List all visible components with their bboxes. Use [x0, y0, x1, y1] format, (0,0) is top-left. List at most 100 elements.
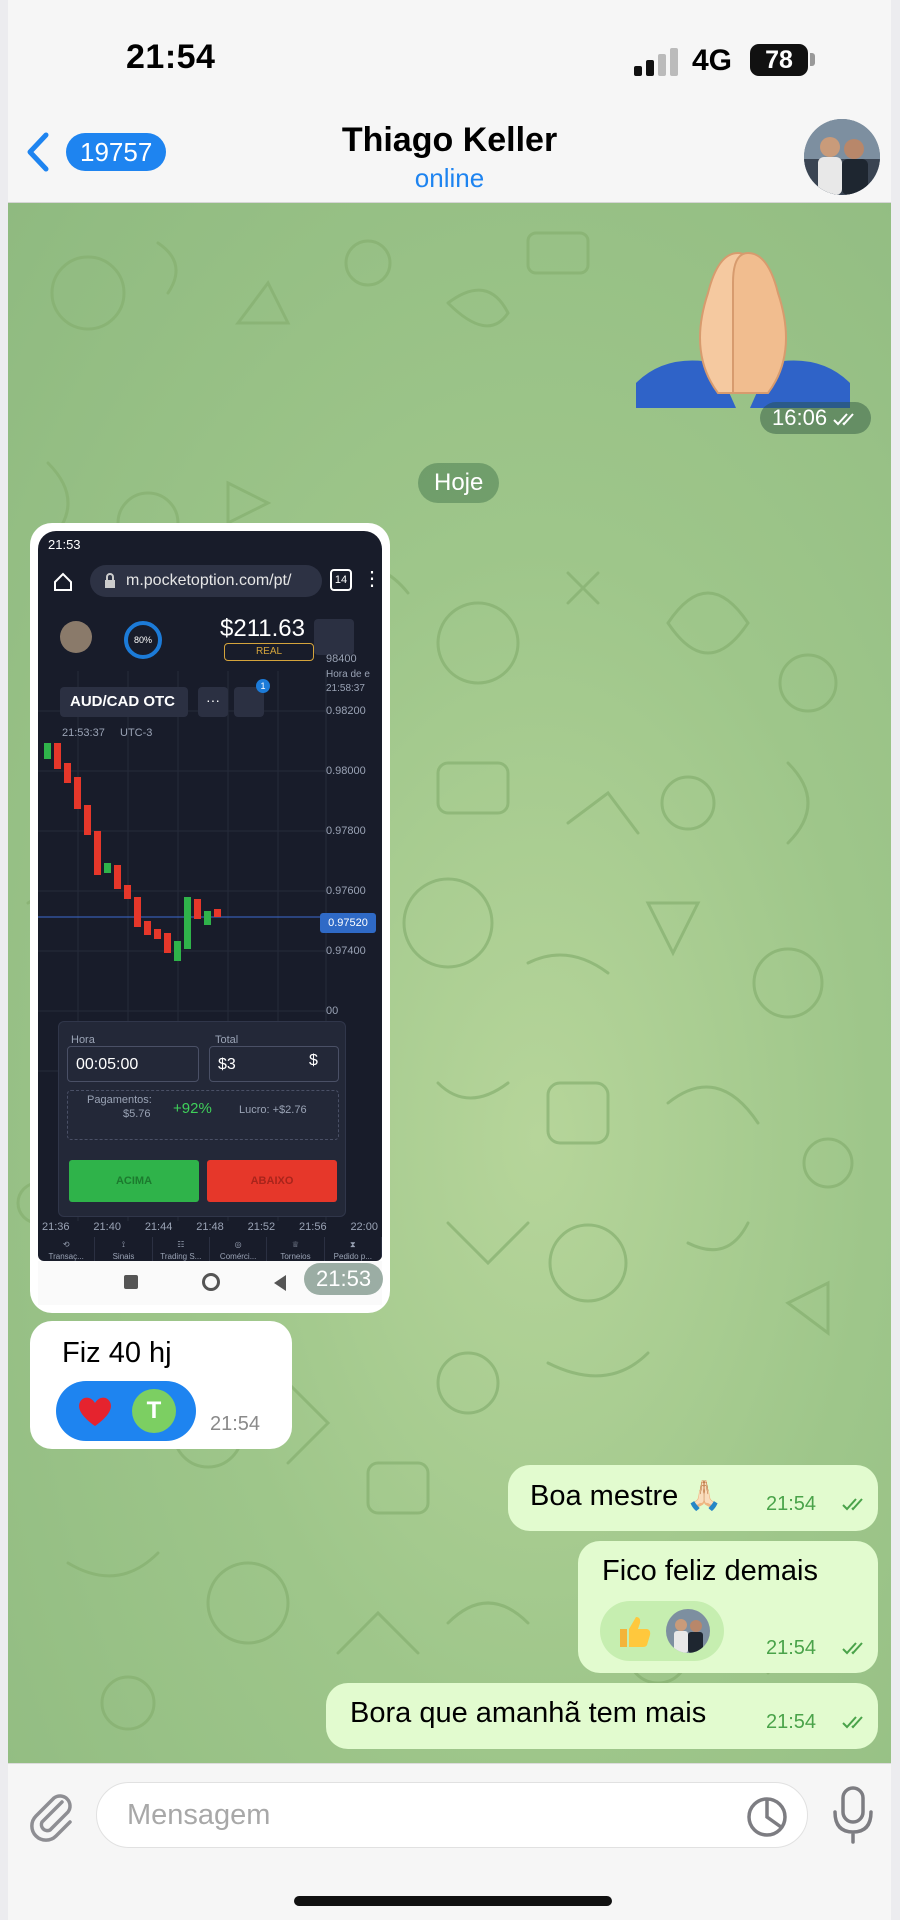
double-check-icon — [833, 413, 854, 426]
telegram-chat-app: 21:54 4G 78 19757 Thiago Keller online 1… — [8, 0, 891, 1920]
time-field: 00:05:00 — [67, 1046, 199, 1082]
screenshot-url-bar: m.pocketoption.com/pt/ 14 ⋮ — [44, 561, 382, 601]
screenshot-tab-bar: ⟲ Transaç... ⟟ Sinais ☷ Trading S... ◎ Comér… — [38, 1237, 382, 1261]
battery-icon: 78 — [750, 44, 808, 76]
sticker-time-text: 16:06 — [772, 405, 828, 430]
home-icon — [54, 572, 72, 591]
time-tick: 21:44 — [144, 1221, 173, 1233]
message-time: 21:54 — [210, 1413, 261, 1435]
photo-message[interactable]: 21:53 m.pocketoption.com/pt/ 14 ⋮ 80% $2… — [30, 523, 390, 1313]
double-check-icon — [842, 1498, 863, 1511]
double-check-icon — [842, 1642, 863, 1655]
screenshot-url: m.pocketoption.com/pt/ — [90, 565, 322, 597]
contact-status: online — [414, 163, 485, 193]
chat-header: 19757 Thiago Keller online — [8, 115, 891, 203]
chart-timestamp: 21:53:37 — [62, 727, 105, 739]
currency-symbol: $ — [309, 1052, 318, 1069]
thumbs-up-icon — [620, 1617, 651, 1647]
message-time: 21:54 — [766, 1493, 817, 1515]
trade-panel: Hora 00:05:00 Total $3 $ Pagamentos: $5.… — [58, 1021, 346, 1217]
payout-label: Pagamentos: — [87, 1094, 152, 1106]
date-separator: Hoje — [418, 463, 500, 503]
reactor-avatar: T — [132, 1389, 176, 1433]
tab-count: 14 — [330, 569, 352, 591]
outgoing-message[interactable]: Fico feliz demais 21:54 — [578, 1541, 878, 1673]
time-label: Hora — [71, 1034, 95, 1046]
screenshot-account-type: REAL — [224, 643, 314, 661]
screen: 21:54 4G 78 19757 Thiago Keller online 1… — [0, 0, 900, 1920]
home-indicator — [294, 1896, 612, 1906]
screenshot-avatar — [60, 621, 92, 653]
payout-value: $5.76 — [123, 1108, 151, 1120]
screenshot-tab-label: Transaç... — [48, 1252, 84, 1261]
price-tick: 0.98200 — [326, 705, 366, 717]
avatar-photo — [804, 119, 880, 195]
message-input[interactable]: Mensagem — [96, 1782, 808, 1848]
screenshot-tab-label: Trading S... — [160, 1252, 202, 1261]
price-tick: 0.97400 — [326, 945, 366, 957]
message-time: 21:54 — [766, 1711, 817, 1733]
heart-icon — [79, 1397, 111, 1426]
current-price-tag: 0.97520 — [320, 913, 376, 933]
time-tick: 22:00 — [350, 1221, 378, 1233]
back-triangle-icon — [274, 1275, 286, 1291]
attach-icon[interactable] — [22, 1784, 82, 1844]
contact-avatar[interactable] — [804, 119, 880, 195]
profit-label: Lucro: +$2.76 — [239, 1104, 307, 1116]
screenshot-tab: ⟟ Sinais — [95, 1237, 153, 1261]
contact-name[interactable]: Thiago Keller — [8, 121, 891, 160]
signal-icon — [634, 48, 682, 76]
outgoing-message[interactable]: Boa mestre 🙏🏻 21:54 — [508, 1465, 878, 1531]
microphone-icon[interactable] — [828, 1782, 878, 1848]
screenshot-percent: 80% — [124, 621, 162, 659]
trading-screenshot: 21:53 m.pocketoption.com/pt/ 14 ⋮ 80% $2… — [38, 531, 382, 1261]
message-text: Boa mestre 🙏🏻 — [530, 1480, 723, 1512]
time-tick: 21:48 — [196, 1221, 224, 1233]
screenshot-tab: ⟲ Transaç... — [38, 1237, 96, 1261]
time-tick: 21:36 — [42, 1221, 70, 1233]
chart-timezone: UTC-3 — [120, 727, 153, 739]
message-placeholder: Mensagem — [127, 1799, 271, 1831]
screenshot-tab: ◎ Comérci... — [210, 1237, 268, 1261]
total-field: $3 — [209, 1046, 339, 1082]
sell-button: ABAIXO — [207, 1160, 337, 1202]
screenshot-tab: ⧗ Pedido p... — [325, 1237, 382, 1261]
network-type: 4G — [692, 44, 733, 77]
screenshot-gift-icon — [314, 619, 354, 655]
incoming-message[interactable]: Fiz 40 hj T 21:54 — [30, 1321, 292, 1449]
battery-tip — [810, 53, 815, 66]
double-check-icon — [842, 1716, 863, 1729]
screenshot-more-icon: ··· — [198, 687, 228, 717]
reaction-chip[interactable] — [600, 1601, 724, 1661]
menu-dots-icon: ⋮ — [362, 568, 382, 590]
praying-hands-sticker[interactable] — [628, 243, 858, 473]
status-time: 21:54 — [126, 38, 216, 76]
price-tick: 0.98000 — [326, 765, 366, 777]
hora-de-time: 21:58:37 — [326, 683, 365, 694]
sticker-icon[interactable] — [745, 1795, 789, 1839]
screenshot-balance: $211.63 — [220, 615, 305, 642]
sticker-time: 16:06 — [760, 402, 872, 434]
screenshot-pair: AUD/CAD OTC — [60, 687, 188, 717]
hora-de-label: Hora de e — [326, 669, 370, 680]
screenshot-tab: ♕ Torneios — [267, 1237, 325, 1261]
home-circle-icon — [202, 1273, 220, 1291]
screenshot-tab-label: Sinais — [112, 1252, 135, 1261]
outgoing-message[interactable]: Bora que amanhã tem mais 21:54 — [326, 1683, 878, 1749]
message-text: Fiz 40 hj — [62, 1337, 172, 1369]
price-tick: 0.97600 — [326, 885, 366, 897]
recent-apps-icon — [124, 1275, 138, 1289]
lock-icon — [105, 573, 115, 588]
screenshot-status-time: 21:53 — [48, 537, 81, 552]
message-text: Fico feliz demais — [602, 1555, 818, 1587]
reaction-chip[interactable]: T — [56, 1381, 196, 1441]
time-tick: 21:40 — [93, 1221, 121, 1233]
payout-percent: +92% — [173, 1100, 212, 1117]
chat-area[interactable]: 16:06 Hoje 21:53 m.pocketoption.com/pt/ … — [8, 203, 891, 1763]
price-tick: 0.97800 — [326, 825, 366, 837]
total-label: Total — [215, 1034, 239, 1046]
time-tick: 21:52 — [247, 1221, 276, 1233]
message-text: Bora que amanhã tem mais — [350, 1697, 707, 1729]
photo-time: 21:53 — [304, 1263, 384, 1295]
screenshot-tab-label: Comérci... — [219, 1252, 257, 1261]
